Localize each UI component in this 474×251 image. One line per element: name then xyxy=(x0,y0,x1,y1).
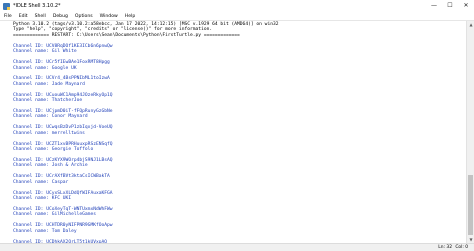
menu-shell[interactable]: Shell xyxy=(35,14,46,19)
status-bar: Ln: 32 Col: 0 xyxy=(0,243,474,251)
menu-file[interactable]: File xyxy=(4,14,12,19)
scroll-down-arrow-icon[interactable]: ▼ xyxy=(467,236,474,243)
menu-debug[interactable]: Debug xyxy=(53,14,68,19)
window-title: *IDLE Shell 3.10.2* xyxy=(13,3,61,9)
menu-bar: File Edit Shell Debug Options Window Hel… xyxy=(0,12,474,21)
shell-output-lines: Channel ID: UCV8RqDOf1KE3ICb6n6pnwQw Chan… xyxy=(13,38,466,243)
idle-app-icon xyxy=(3,2,10,10)
status-column-number: Col: 0 xyxy=(455,245,468,250)
minimize-button[interactable]: — xyxy=(426,0,442,12)
vertical-scrollbar[interactable]: ▲ ▼ xyxy=(466,21,474,243)
status-line-number: Ln: 32 xyxy=(438,245,452,250)
menu-window[interactable]: Window xyxy=(100,14,118,19)
shell-output-area[interactable]: Python 3.10.2 (tags/v3.10.2:a58ebcc, Jan… xyxy=(0,21,466,243)
title-bar: *IDLE Shell 3.10.2* — ☐ ✕ xyxy=(0,0,474,12)
menu-edit[interactable]: Edit xyxy=(19,14,28,19)
menu-options[interactable]: Options xyxy=(75,14,93,19)
maximize-button[interactable]: ☐ xyxy=(442,0,458,12)
window-controls: — ☐ ✕ xyxy=(426,0,474,12)
scroll-thumb[interactable] xyxy=(468,175,473,235)
scroll-up-arrow-icon[interactable]: ▲ xyxy=(467,21,474,28)
close-button[interactable]: ✕ xyxy=(458,0,474,12)
menu-help[interactable]: Help xyxy=(125,14,135,19)
